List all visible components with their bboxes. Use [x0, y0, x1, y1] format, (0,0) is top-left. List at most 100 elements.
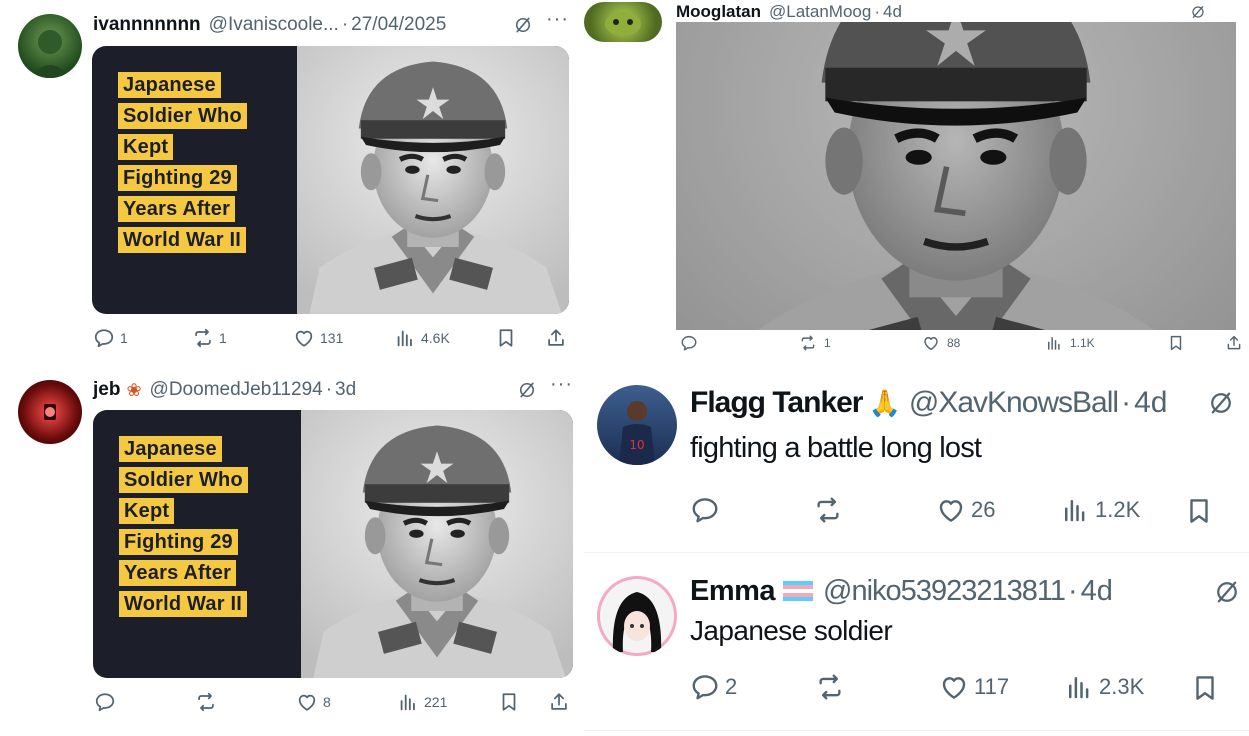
tweet-image[interactable]: Japanese Soldier Who Kept Fighting 29 Ye… [93, 410, 573, 678]
bookmark-icon [498, 691, 520, 713]
timestamp[interactable]: 4d [883, 2, 902, 22]
like-icon [293, 327, 315, 349]
grok-icon[interactable] [517, 380, 537, 400]
handle[interactable]: @XavKnowsBall [909, 386, 1119, 420]
tweet-header: Flagg Tanker 🙏 @XavKnowsBall · 4d [690, 384, 1167, 422]
bookmark-icon [495, 327, 517, 349]
separator-dot: · [325, 379, 333, 400]
repost-button[interactable]: 1 [797, 334, 831, 352]
views-button[interactable]: 221 [397, 691, 447, 713]
like-icon [936, 495, 966, 525]
avatar-image [44, 404, 56, 420]
avatar[interactable] [18, 14, 82, 78]
display-name[interactable]: jeb [93, 379, 120, 401]
caption-line: Soldier Who [118, 103, 247, 129]
caption-line: Kept [118, 134, 174, 160]
share-icon [545, 327, 567, 349]
image-caption: Japanese Soldier Who Kept Fighting 29 Ye… [119, 436, 248, 617]
pray-emoji: 🙏 [868, 387, 901, 418]
repost-icon [195, 691, 217, 713]
tweet-text: Japanese soldier [690, 615, 893, 646]
reply-button[interactable] [690, 495, 720, 525]
repost-button[interactable] [195, 691, 217, 713]
handle[interactable]: @LatanMoog [769, 2, 871, 22]
repost-button[interactable]: 1 [192, 327, 227, 349]
repost-button[interactable] [812, 495, 844, 525]
share-button[interactable] [1224, 334, 1244, 352]
reply-icon [676, 334, 702, 352]
avatar[interactable]: 10 [597, 385, 677, 465]
caption-line: Japanese [118, 72, 221, 98]
bookmark-button[interactable] [498, 691, 520, 713]
tweet-text: fighting a battle long lost [690, 432, 982, 464]
bookmark-button[interactable] [495, 327, 517, 349]
avatar[interactable] [584, 2, 662, 42]
grok-icon[interactable] [1213, 578, 1241, 606]
soldier-photo [297, 46, 569, 314]
like-button[interactable]: 88 [920, 334, 960, 352]
like-button[interactable]: 131 [293, 327, 343, 349]
like-button[interactable]: 26 [936, 495, 995, 525]
separator-dot: · [1067, 574, 1078, 607]
views-button[interactable]: 2.3K [1064, 672, 1144, 702]
timestamp[interactable]: 27/04/2025 [351, 14, 446, 36]
tweet-header: ivannnnnnn @Ivaniscoole... · 27/04/2025 [93, 12, 446, 38]
views-button[interactable]: 4.6K [394, 327, 450, 349]
reply-icon [690, 495, 720, 525]
image-caption: Japanese Soldier Who Kept Fighting 29 Ye… [118, 72, 247, 253]
repost-icon [192, 327, 214, 349]
handle[interactable]: @DoomedJeb11294 [150, 379, 323, 401]
reply-button[interactable]: 2 [690, 672, 737, 702]
views-button[interactable]: 1.1K [1043, 334, 1095, 352]
views-button[interactable]: 1.2K [1060, 495, 1140, 525]
repost-count: 1 [824, 336, 831, 350]
more-options-icon[interactable]: ··· [550, 373, 573, 396]
reply-icon [94, 691, 116, 713]
handle[interactable]: @Ivaniscoole... [209, 14, 339, 36]
caption-line: Years After [118, 196, 236, 222]
like-count: 26 [971, 497, 996, 522]
handle[interactable]: @niko53923213811 [823, 575, 1066, 608]
timestamp[interactable]: 4d [1081, 575, 1113, 608]
reply-button[interactable] [94, 691, 116, 713]
more-options-icon[interactable]: ··· [546, 8, 569, 31]
like-button[interactable]: 117 [939, 672, 1009, 702]
display-name[interactable]: Mooglatan [676, 2, 761, 22]
repost-count: 1 [219, 330, 227, 346]
grok-icon[interactable] [1207, 389, 1235, 417]
repost-icon [814, 672, 846, 702]
like-button[interactable]: 8 [296, 691, 331, 713]
maple-leaf-icon: ❀ [126, 379, 142, 400]
avatar[interactable] [597, 576, 677, 656]
caption-line: Kept [119, 498, 175, 524]
display-name[interactable]: Emma [690, 575, 776, 608]
like-count: 117 [974, 674, 1010, 699]
reply-button[interactable]: 1 [93, 327, 128, 349]
share-button[interactable] [545, 327, 567, 349]
tweet-image[interactable] [676, 22, 1236, 330]
like-icon [939, 672, 969, 702]
display-name[interactable]: ivannnnnnn [93, 14, 201, 36]
bookmark-button[interactable] [1165, 334, 1187, 352]
tweet-header: Mooglatan @LatanMoog · 4d [676, 0, 902, 24]
bookmark-icon [1165, 334, 1187, 352]
display-name[interactable]: Flagg Tanker [690, 386, 863, 420]
grok-icon[interactable] [1190, 4, 1206, 20]
tweet-image[interactable]: Japanese Soldier Who Kept Fighting 29 Ye… [92, 46, 569, 314]
reply-count: 1 [120, 330, 128, 346]
bookmark-button[interactable] [1190, 672, 1220, 704]
avatar-image [612, 592, 662, 652]
views-icon [1043, 334, 1065, 352]
timestamp[interactable]: 4d [1134, 386, 1167, 420]
views-count: 2.3K [1099, 674, 1145, 699]
caption-line: Soldier Who [119, 467, 248, 493]
like-icon [920, 334, 942, 352]
bookmark-button[interactable] [1184, 495, 1214, 527]
reply-button[interactable] [676, 334, 702, 352]
share-button[interactable] [548, 691, 570, 713]
timestamp[interactable]: 3d [335, 379, 356, 401]
bookmark-icon [1184, 495, 1214, 527]
avatar[interactable] [18, 380, 82, 444]
repost-button[interactable] [814, 672, 846, 702]
grok-icon[interactable] [513, 15, 533, 35]
